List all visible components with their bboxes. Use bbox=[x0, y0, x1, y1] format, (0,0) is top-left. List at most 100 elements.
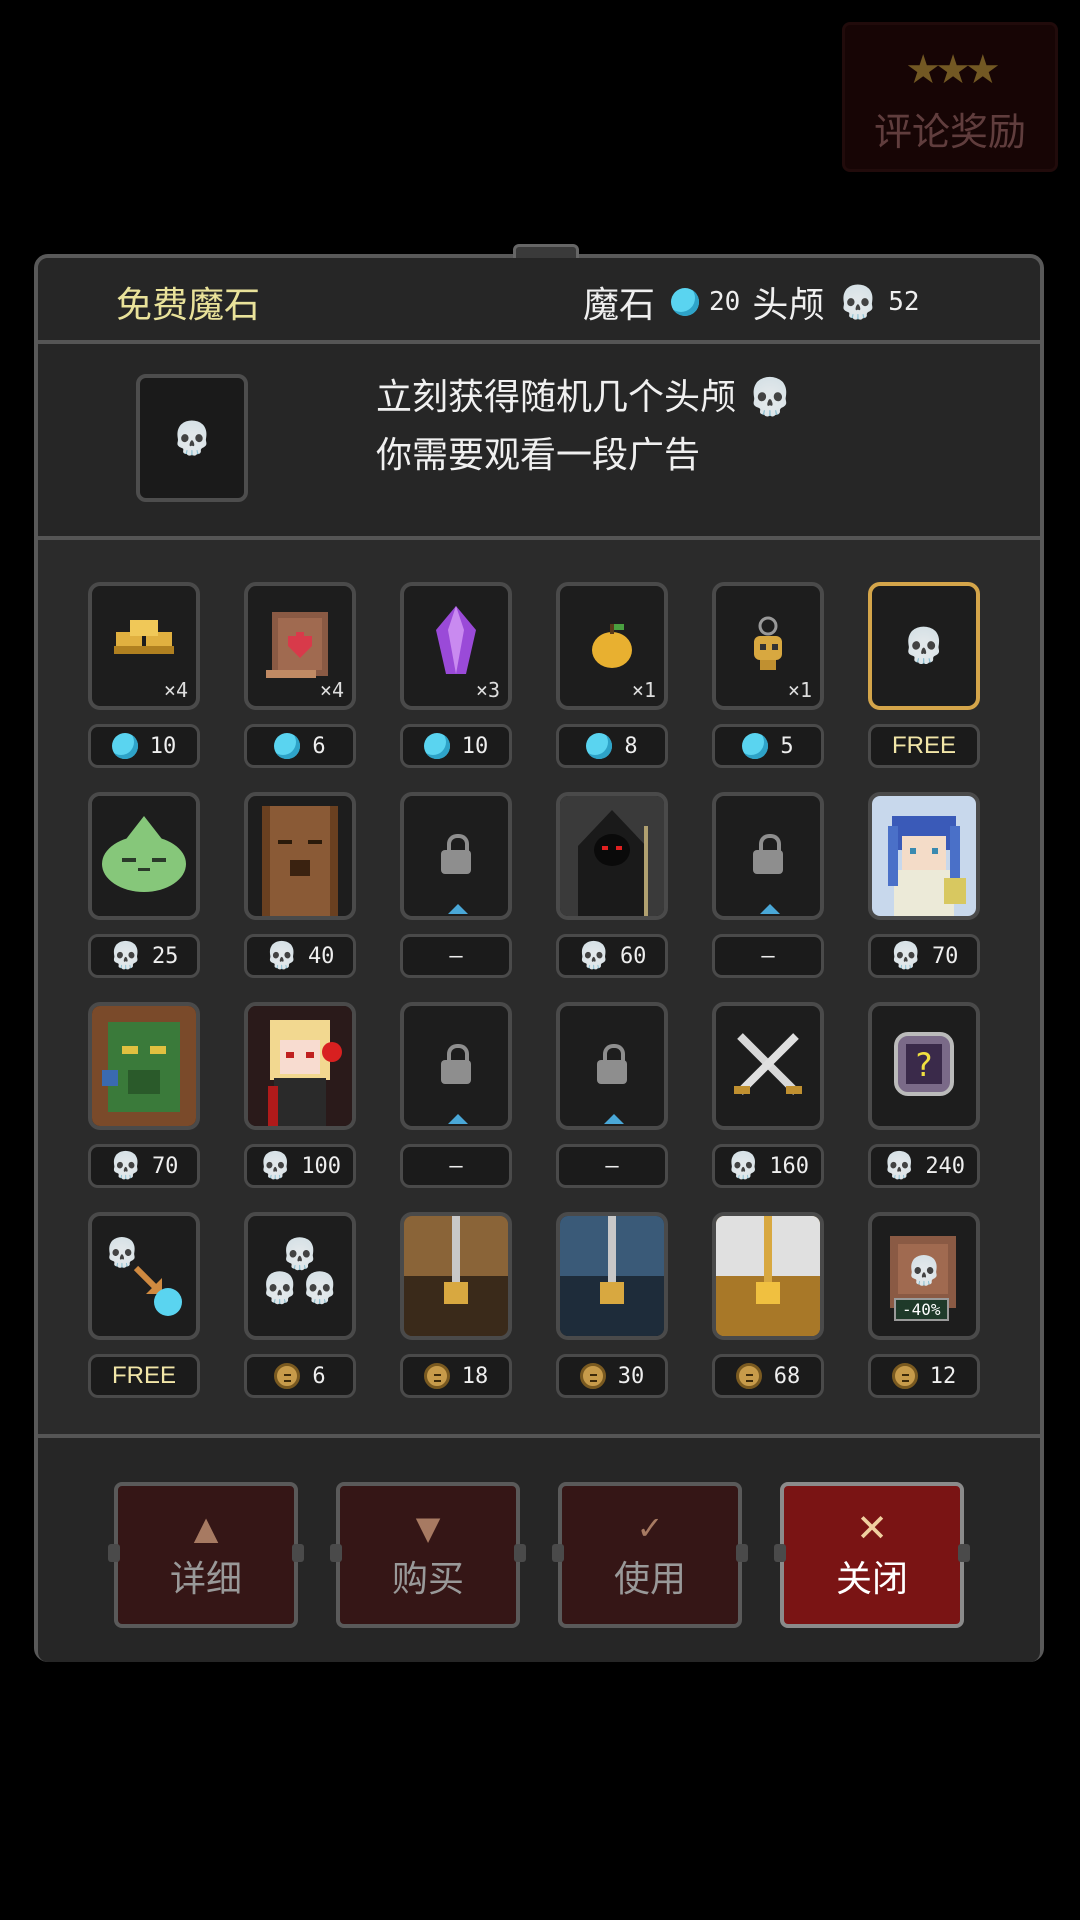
item-slot[interactable] bbox=[244, 792, 356, 920]
shop-item[interactable]: 💀 FREE bbox=[88, 1212, 200, 1422]
item-slot[interactable]: ×4 bbox=[244, 582, 356, 710]
item-slot[interactable] bbox=[712, 1002, 824, 1130]
shop-item[interactable]: ×1 5 bbox=[712, 582, 824, 792]
price-value: 70 bbox=[151, 1153, 179, 1179]
price-value: 6 bbox=[312, 733, 326, 759]
close-button[interactable]: ✕ 关闭 bbox=[774, 1482, 970, 1628]
item-slot[interactable] bbox=[712, 1212, 824, 1340]
item-quantity: ×4 bbox=[163, 678, 188, 702]
detail-button[interactable]: ▲ 详细 bbox=[108, 1482, 304, 1628]
shop-item[interactable]: 68 bbox=[712, 1212, 824, 1422]
item-slot[interactable] bbox=[556, 792, 668, 920]
item-price: 💀 240 bbox=[868, 1144, 980, 1188]
price-value: 8 bbox=[624, 733, 638, 759]
shop-item[interactable]: 💀 40 bbox=[244, 792, 356, 1002]
shop-item[interactable]: — bbox=[400, 1002, 512, 1212]
mystery-box-icon: ? bbox=[872, 1006, 976, 1126]
gem-icon bbox=[423, 733, 450, 759]
shop-item[interactable]: 💀 70 bbox=[868, 792, 980, 1002]
skull-pile-icon: 💀 💀 💀 bbox=[248, 1216, 352, 1336]
shop-item[interactable]: — bbox=[400, 792, 512, 1002]
item-slot[interactable]: 💀 bbox=[868, 582, 980, 710]
shop-item[interactable]: 💀 60 bbox=[556, 792, 668, 1002]
item-slot[interactable]: 💀 -40% bbox=[868, 1212, 980, 1340]
shop-item[interactable]: 💀 70 bbox=[88, 1002, 200, 1212]
item-slot[interactable]: ×1 bbox=[712, 582, 824, 710]
shop-item[interactable]: ×4 6 bbox=[244, 582, 356, 792]
use-label: 使用 bbox=[613, 1559, 686, 1600]
shop-item[interactable]: ×4 10 bbox=[88, 582, 200, 792]
svg-text:💀: 💀 bbox=[301, 1270, 338, 1306]
lock-icon bbox=[441, 1044, 471, 1084]
skull-icon: 💀 bbox=[889, 941, 922, 971]
svg-text:💀: 💀 bbox=[281, 1236, 318, 1272]
brown-chest-icon bbox=[404, 1216, 508, 1336]
skull-icon: 💀 bbox=[902, 626, 946, 666]
shop-item[interactable]: ×1 8 bbox=[556, 582, 668, 792]
item-slot[interactable]: 💀 💀 💀 bbox=[244, 1212, 356, 1340]
review-reward-button[interactable]: ★★★ 评论奖励 bbox=[842, 22, 1058, 172]
item-slot[interactable] bbox=[400, 1212, 512, 1340]
shop-item[interactable]: 💀 FREE bbox=[868, 582, 980, 792]
svg-text:?: ? bbox=[916, 1046, 933, 1084]
svg-text:💀: 💀 bbox=[261, 1270, 298, 1306]
forest-guardian-icon bbox=[92, 1006, 196, 1126]
skull-icon: 💀 bbox=[838, 283, 879, 321]
item-slot[interactable] bbox=[400, 792, 512, 920]
shop-item[interactable]: ×3 10 bbox=[400, 582, 512, 792]
price-value: 10 bbox=[149, 733, 177, 759]
coin-icon bbox=[579, 1363, 606, 1389]
item-quantity: ×1 bbox=[631, 678, 656, 702]
svg-text:💀: 💀 bbox=[105, 1236, 140, 1269]
item-slot[interactable] bbox=[556, 1002, 668, 1130]
item-quantity: ×4 bbox=[319, 678, 344, 702]
buy-button[interactable]: ▼ 购买 bbox=[330, 1482, 526, 1628]
item-slot[interactable] bbox=[556, 1212, 668, 1340]
gem-label: 魔石 bbox=[583, 285, 656, 326]
item-slot[interactable]: ×3 bbox=[400, 582, 512, 710]
shop-item[interactable]: 💀 100 bbox=[244, 1002, 356, 1212]
item-price: 💀 100 bbox=[244, 1144, 356, 1188]
action-bar: ▲ 详细 ▼ 购买 ✓ 使用 ✕ 关闭 bbox=[38, 1434, 1040, 1662]
shop-item[interactable]: — bbox=[712, 792, 824, 1002]
price-value: 30 bbox=[617, 1363, 645, 1389]
shop-item[interactable]: — bbox=[556, 1002, 668, 1212]
item-slot[interactable] bbox=[88, 792, 200, 920]
shop-item[interactable]: 18 bbox=[400, 1212, 512, 1422]
shop-panel: 免费魔石 魔石 20 头颅 💀 52 💀 立刻获得随机几个头颅 💀 你需要观看一… bbox=[34, 244, 1044, 1662]
item-price: 12 bbox=[868, 1354, 980, 1398]
price-value: 6 bbox=[312, 1363, 326, 1389]
use-button[interactable]: ✓ 使用 bbox=[552, 1482, 748, 1628]
item-quantity: ×1 bbox=[787, 678, 812, 702]
gold-chest-icon bbox=[716, 1216, 820, 1336]
shop-item[interactable]: 💀 -40% 12 bbox=[868, 1212, 980, 1422]
item-slot[interactable]: ×1 bbox=[556, 582, 668, 710]
gem-icon bbox=[111, 733, 138, 759]
shop-item[interactable]: 30 bbox=[556, 1212, 668, 1422]
item-slot[interactable] bbox=[400, 1002, 512, 1130]
shop-item[interactable]: 💀 160 bbox=[712, 1002, 824, 1212]
item-slot[interactable] bbox=[244, 1002, 356, 1130]
skull-to-gem-icon: 💀 bbox=[92, 1216, 196, 1336]
price-value: 10 bbox=[461, 733, 489, 759]
item-price: 18 bbox=[400, 1354, 512, 1398]
shop-item[interactable]: 💀 💀 💀 6 bbox=[244, 1212, 356, 1422]
price-value: 70 bbox=[931, 943, 959, 969]
shop-item[interactable]: 💀 25 bbox=[88, 792, 200, 1002]
shop-item[interactable]: ? 💀 240 bbox=[868, 1002, 980, 1212]
description-line-2: 你需要观看一段广告 bbox=[376, 435, 701, 476]
item-slot[interactable]: ×4 bbox=[88, 582, 200, 710]
gem-count: 20 bbox=[709, 287, 741, 317]
item-slot[interactable] bbox=[868, 792, 980, 920]
skull-icon: 💀 bbox=[882, 1151, 916, 1181]
item-slot[interactable]: 💀 bbox=[88, 1212, 200, 1340]
skull-icon: 💀 bbox=[109, 1151, 142, 1181]
price-value: 68 bbox=[773, 1363, 801, 1389]
detail-label: 详细 bbox=[169, 1559, 242, 1600]
item-slot[interactable] bbox=[88, 1002, 200, 1130]
discount-badge: -40% bbox=[894, 1298, 949, 1321]
description-line-1: 立刻获得随机几个头颅 💀 bbox=[376, 377, 793, 418]
bag-icon: ▲ bbox=[193, 1509, 219, 1547]
item-slot[interactable] bbox=[712, 792, 824, 920]
item-slot[interactable]: ? bbox=[868, 1002, 980, 1130]
